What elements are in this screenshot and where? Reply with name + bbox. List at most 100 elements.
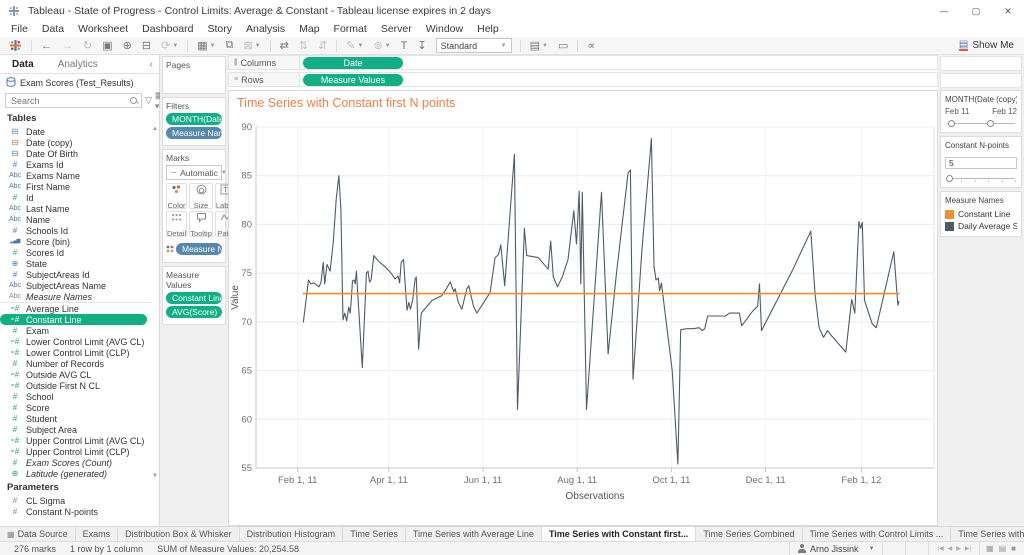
columns-shelf-body[interactable]: Date bbox=[300, 55, 938, 70]
field-date-copy[interactable]: ⊟Date (copy) bbox=[0, 137, 151, 148]
search-input-box[interactable] bbox=[5, 93, 142, 108]
menu-map[interactable]: Map bbox=[292, 22, 326, 37]
sheet-tab-time-series-combined[interactable]: Time Series Combined bbox=[696, 527, 802, 541]
group-members-icon[interactable]: ⊚▼ bbox=[368, 39, 395, 52]
menu-file[interactable]: File bbox=[4, 22, 35, 37]
measure-values-pill-0[interactable]: Constant LineΔ bbox=[166, 292, 222, 304]
datasource-item[interactable]: Exam Scores (Test_Results) bbox=[0, 74, 159, 91]
filter-pill-0[interactable]: MONTH(Date (c.. bbox=[166, 113, 222, 125]
tooltip-button[interactable]: Tooltip bbox=[189, 211, 213, 237]
field-exam[interactable]: #Exam bbox=[0, 325, 151, 336]
maximize-button[interactable]: ▢ bbox=[960, 0, 992, 22]
menu-dashboard[interactable]: Dashboard bbox=[135, 22, 200, 37]
field-outside-first-n-cl[interactable]: =#Outside First N CL bbox=[0, 380, 151, 391]
field-name[interactable]: AbcName bbox=[0, 214, 151, 225]
sheet-tab-time-series[interactable]: Time Series bbox=[343, 527, 406, 541]
duplicate-sheet-icon[interactable]: ⧉ bbox=[221, 39, 239, 52]
sort-ascending-icon[interactable]: ⇅ bbox=[294, 39, 313, 52]
date-filter-card[interactable]: MONTH(Date (copy)) Feb 11 Feb 12 bbox=[940, 90, 1022, 133]
new-worksheet-icon[interactable]: ▦▼ bbox=[192, 39, 220, 52]
last-page-icon[interactable]: ▶| bbox=[965, 545, 971, 552]
field-subjectareas-name[interactable]: AbcSubjectAreas Name bbox=[0, 280, 151, 291]
parameter-control-card[interactable]: Constant N-points bbox=[940, 136, 1022, 188]
rows-shelf-body[interactable]: Measure Values bbox=[300, 72, 938, 87]
scroll-up-icon[interactable]: ▲ bbox=[152, 126, 158, 132]
save-icon[interactable]: ▣ bbox=[97, 39, 117, 52]
legend-card[interactable]: Measure Names Constant LineDaily Average… bbox=[940, 191, 1022, 237]
field-subjectareas-id[interactable]: #SubjectAreas Id bbox=[0, 269, 151, 280]
tab-analytics[interactable]: Analytics bbox=[46, 55, 110, 73]
menu-story[interactable]: Story bbox=[200, 22, 239, 37]
first-page-icon[interactable]: |◀ bbox=[937, 545, 943, 552]
fix-axes-icon[interactable]: ↧ bbox=[412, 39, 431, 52]
range-slider-left-handle[interactable] bbox=[948, 120, 955, 127]
menu-analysis[interactable]: Analysis bbox=[239, 22, 292, 37]
field-upper-control-limit-clp[interactable]: =#Upper Control Limit (CLP) bbox=[0, 446, 151, 457]
field-upper-control-limit-avg-cl[interactable]: =#Upper Control Limit (AVG CL) bbox=[0, 435, 151, 446]
legend-item-0[interactable]: Constant Line bbox=[945, 208, 1017, 220]
date-range-slider[interactable] bbox=[945, 119, 1017, 128]
prev-page-icon[interactable]: ◀ bbox=[948, 545, 953, 552]
filter-fields-icon[interactable]: ▽ bbox=[145, 95, 152, 106]
sheet-tab-exams[interactable]: Exams bbox=[76, 527, 119, 541]
grid-view-icon[interactable]: ▦ bbox=[986, 544, 994, 553]
field-state[interactable]: ⊕State bbox=[0, 258, 151, 269]
next-page-icon[interactable]: ▶ bbox=[956, 545, 961, 552]
sheet-tab-distribution-histogram[interactable]: Distribution Histogram bbox=[240, 527, 344, 541]
list-view-icon[interactable]: ▤ bbox=[999, 544, 1007, 553]
menu-worksheet[interactable]: Worksheet bbox=[71, 22, 135, 37]
add-datasource-icon[interactable]: ⊕ bbox=[118, 39, 137, 52]
user-menu[interactable]: Arno Jissink ▼ bbox=[789, 542, 883, 555]
range-slider-right-handle[interactable] bbox=[987, 120, 994, 127]
fit-select[interactable]: Standard▼ bbox=[436, 38, 512, 53]
sheet-tab-data-source[interactable]: ▦Data Source bbox=[0, 527, 76, 541]
field-scores-id[interactable]: #Scores Id bbox=[0, 247, 151, 258]
field-lower-control-limit-avg-cl[interactable]: =#Lower Control Limit (AVG CL) bbox=[0, 336, 151, 347]
show-me-button[interactable]: ▤ Show Me bbox=[959, 40, 1014, 51]
series-daily-average-score[interactable] bbox=[303, 139, 899, 464]
field-school[interactable]: #School bbox=[0, 391, 151, 402]
field-number-of-records[interactable]: #Number of Records bbox=[0, 358, 151, 369]
tab-data[interactable]: Data bbox=[0, 55, 46, 73]
columns-pill-date[interactable]: Date bbox=[303, 57, 403, 69]
mark-type-dropdown[interactable]: ∼ Automatic ▼ bbox=[166, 165, 222, 180]
field-subject-area[interactable]: #Subject Area bbox=[0, 424, 151, 435]
sheet-tab-time-series-with-constant-first[interactable]: Time Series with Constant first... bbox=[542, 527, 696, 541]
field-exam-scores-count[interactable]: #Exam Scores (Count) bbox=[0, 457, 151, 468]
color-button[interactable]: Color bbox=[166, 183, 187, 209]
clear-sheet-icon[interactable]: ⊠▼ bbox=[238, 39, 265, 52]
field-constant-line[interactable]: =#Constant Line bbox=[0, 314, 147, 325]
field-score[interactable]: #Score bbox=[0, 402, 151, 413]
pause-updates-icon[interactable]: ⊟ bbox=[137, 39, 156, 52]
field-last-name[interactable]: AbcLast Name bbox=[0, 203, 151, 214]
filters-card[interactable]: Filters MONTH(Date (c..Measure Names bbox=[162, 97, 226, 146]
share-icon[interactable]: ∝ bbox=[582, 39, 600, 52]
sheet-tab-time-series-with-control-limits[interactable]: Time Series with Control Limits ... bbox=[803, 527, 952, 541]
field-cl-sigma[interactable]: #CL Sigma bbox=[0, 495, 159, 506]
field-lower-control-limit-clp[interactable]: =#Lower Control Limit (CLP) bbox=[0, 347, 151, 358]
collapse-pane-icon[interactable]: ‹ bbox=[144, 55, 159, 73]
measure-names-pill[interactable]: Measure N.. bbox=[176, 243, 222, 255]
rows-pill-measure-values[interactable]: Measure Values bbox=[303, 74, 403, 86]
refresh-icon[interactable]: ⟳▼ bbox=[156, 39, 183, 52]
field-first-name[interactable]: AbcFirst Name bbox=[0, 181, 151, 192]
menu-server[interactable]: Server bbox=[374, 22, 419, 37]
field-date[interactable]: ⊟Date bbox=[0, 126, 151, 137]
pages-card[interactable]: Pages bbox=[162, 56, 226, 94]
sheet-tab-distribution-box-whisker[interactable]: Distribution Box & Whisker bbox=[118, 527, 240, 541]
field-student[interactable]: #Student bbox=[0, 413, 151, 424]
field-id[interactable]: #Id bbox=[0, 192, 151, 203]
legend-item-1[interactable]: Daily Average S.. bbox=[945, 220, 1017, 232]
swap-axes-icon[interactable]: ⇄ bbox=[275, 39, 294, 52]
field-outside-avg-cl[interactable]: =#Outside AVG CL bbox=[0, 369, 151, 380]
measure-values-pill-1[interactable]: AVG(Score) bbox=[166, 306, 222, 318]
field-latitude-generated[interactable]: ⊕Latitude (generated) bbox=[0, 468, 151, 479]
menu-format[interactable]: Format bbox=[327, 22, 374, 37]
scroll-down-icon[interactable]: ▼ bbox=[152, 473, 158, 479]
field-average-line[interactable]: =#Average Line bbox=[0, 303, 151, 314]
filter-pill-1[interactable]: Measure Names bbox=[166, 127, 222, 139]
sort-descending-icon[interactable]: ⇵ bbox=[313, 39, 332, 52]
menu-help[interactable]: Help bbox=[470, 22, 506, 37]
field-score-bin[interactable]: ▂▄▆Score (bin) bbox=[0, 236, 151, 247]
minimize-button[interactable]: — bbox=[928, 0, 960, 22]
